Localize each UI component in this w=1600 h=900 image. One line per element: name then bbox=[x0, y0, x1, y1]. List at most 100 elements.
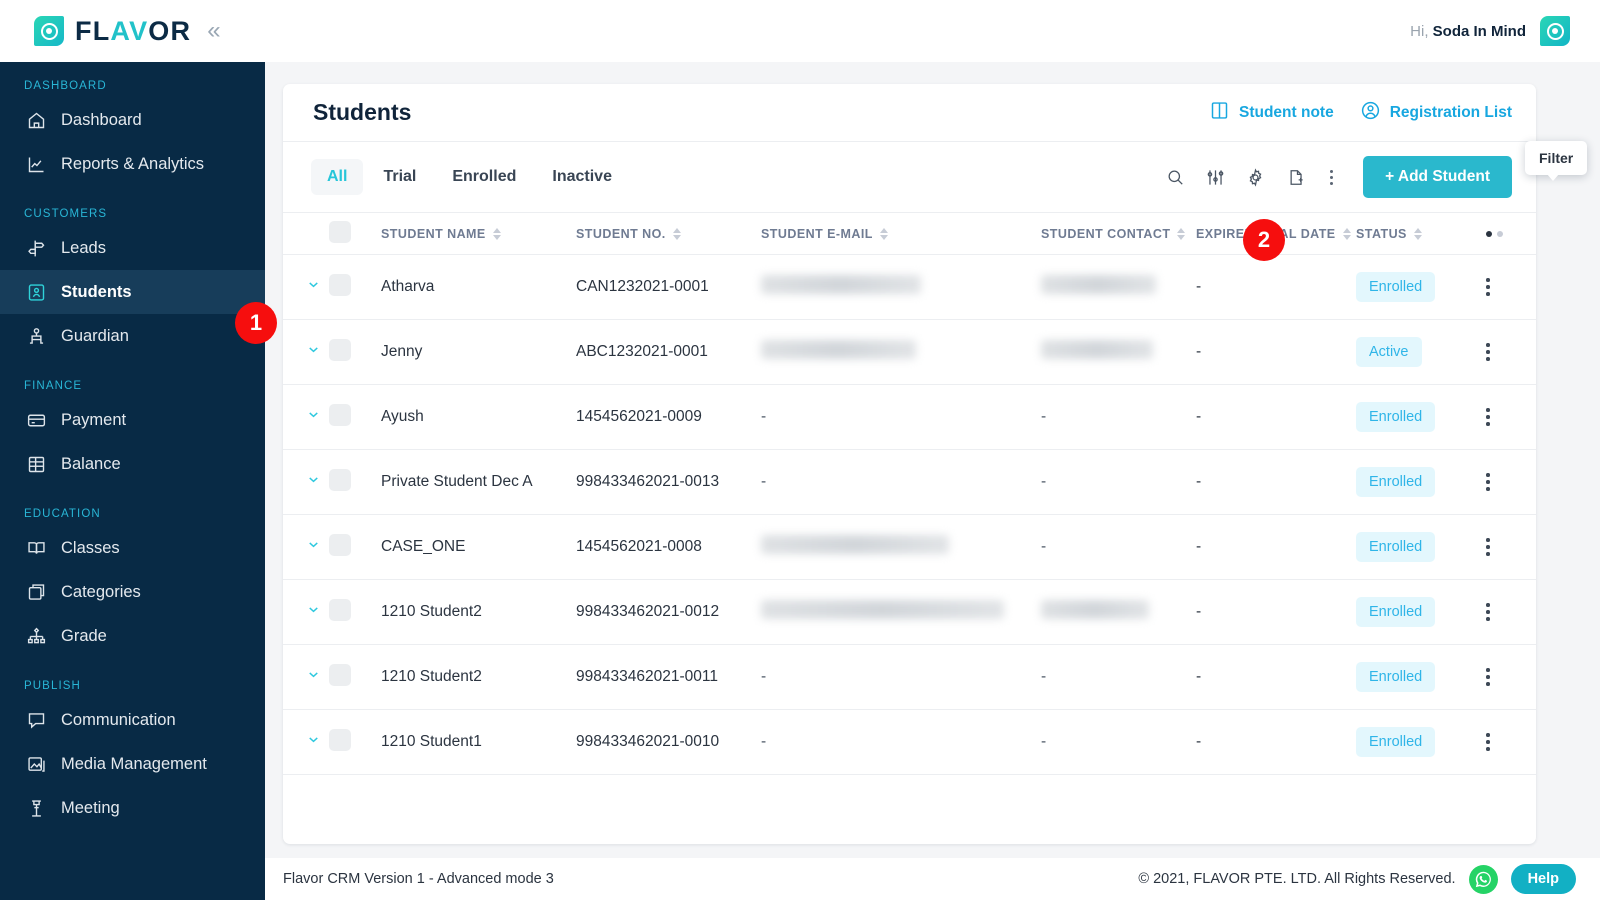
whatsapp-icon[interactable] bbox=[1468, 864, 1498, 894]
sidebar-item-categories[interactable]: Categories bbox=[0, 570, 265, 614]
cell-row-actions[interactable] bbox=[1486, 514, 1536, 580]
select-all-checkbox[interactable] bbox=[329, 221, 351, 243]
row-checkbox[interactable] bbox=[329, 663, 351, 686]
row-expand-toggle[interactable] bbox=[283, 449, 329, 515]
row-kebab-menu-icon[interactable] bbox=[1486, 473, 1536, 491]
row-kebab-menu-icon[interactable] bbox=[1486, 408, 1536, 426]
sort-arrows-icon[interactable] bbox=[1177, 227, 1186, 240]
cell-row-actions[interactable] bbox=[1486, 709, 1536, 775]
table-row[interactable]: Jenny ABC1232021-0001 - Active bbox=[283, 319, 1536, 385]
row-checkbox-cell[interactable] bbox=[329, 514, 381, 580]
row-expand-toggle[interactable] bbox=[283, 319, 329, 385]
table-row[interactable]: CASE_ONE 1454562021-0008- - Enrolled bbox=[283, 514, 1536, 580]
th-student-no-[interactable]: STUDENT NO. bbox=[576, 212, 761, 255]
row-kebab-menu-icon[interactable] bbox=[1486, 733, 1536, 751]
row-kebab-menu-icon[interactable] bbox=[1486, 343, 1536, 361]
row-expand-toggle[interactable] bbox=[283, 254, 329, 320]
chevron-down-icon[interactable] bbox=[306, 670, 321, 685]
row-checkbox-cell[interactable] bbox=[329, 449, 381, 515]
row-expand-toggle[interactable] bbox=[283, 579, 329, 645]
th-status[interactable]: STATUS bbox=[1356, 212, 1486, 255]
tab-inactive[interactable]: Inactive bbox=[536, 159, 628, 195]
cell-row-actions[interactable] bbox=[1486, 579, 1536, 645]
row-checkbox[interactable] bbox=[329, 728, 351, 751]
sidebar-item-students[interactable]: Students bbox=[0, 270, 265, 314]
column-dots-icon[interactable] bbox=[1486, 230, 1536, 237]
row-checkbox-cell[interactable] bbox=[329, 644, 381, 710]
row-checkbox[interactable] bbox=[329, 403, 351, 426]
th-student-contact[interactable]: STUDENT CONTACT bbox=[1041, 212, 1196, 255]
brand-logo[interactable]: FLAVOR « bbox=[0, 16, 265, 47]
row-checkbox[interactable] bbox=[329, 273, 351, 296]
sort-arrows-icon[interactable] bbox=[492, 227, 501, 240]
sidebar-item-guardian[interactable]: Guardian bbox=[0, 314, 265, 358]
table-row[interactable]: Private Student Dec A 998433462021-0013- -… bbox=[283, 449, 1536, 515]
cell-row-actions[interactable] bbox=[1486, 644, 1536, 710]
search-icon[interactable] bbox=[1166, 168, 1185, 187]
kebab-menu-icon[interactable] bbox=[1326, 169, 1337, 185]
sidebar-item-dashboard[interactable]: Dashboard bbox=[0, 98, 265, 142]
cell-row-actions[interactable] bbox=[1486, 254, 1536, 320]
chevron-down-icon[interactable] bbox=[306, 410, 321, 425]
sidebar-item-meeting[interactable]: Meeting bbox=[0, 786, 265, 830]
filter-sliders-icon[interactable] bbox=[1206, 168, 1225, 187]
sidebar-item-classes[interactable]: Classes bbox=[0, 526, 265, 570]
table-row[interactable]: 1210 Student1 998433462021-0010- - - Enrolle… bbox=[283, 709, 1536, 775]
row-expand-toggle[interactable] bbox=[283, 514, 329, 580]
tab-all[interactable]: All bbox=[311, 159, 364, 195]
tab-trial[interactable]: Trial bbox=[367, 159, 432, 195]
sidebar-item-balance[interactable]: Balance bbox=[0, 442, 265, 486]
table-row[interactable]: Ayush 1454562021-0009- - - Enrolled bbox=[283, 384, 1536, 450]
table-row[interactable]: 1210 Student2 998433462021-0012 - Enrolled bbox=[283, 579, 1536, 645]
sort-arrows-icon[interactable] bbox=[1413, 227, 1422, 240]
row-checkbox[interactable] bbox=[329, 338, 351, 361]
chevron-down-icon[interactable] bbox=[306, 540, 321, 555]
table-row[interactable]: Atharva CAN1232021-0001 - Enrolled bbox=[283, 254, 1536, 320]
registration-list-link[interactable]: Registration List bbox=[1360, 100, 1512, 126]
row-expand-toggle[interactable] bbox=[283, 709, 329, 775]
add-student-button[interactable]: + Add Student bbox=[1363, 156, 1512, 198]
row-kebab-menu-icon[interactable] bbox=[1486, 603, 1536, 621]
sidebar-item-payment[interactable]: Payment bbox=[0, 398, 265, 442]
row-checkbox-cell[interactable] bbox=[329, 709, 381, 775]
th-column-options[interactable] bbox=[1486, 212, 1536, 255]
row-kebab-menu-icon[interactable] bbox=[1486, 668, 1536, 686]
row-expand-toggle[interactable] bbox=[283, 384, 329, 450]
document-add-icon[interactable] bbox=[1286, 168, 1305, 187]
student-note-link[interactable]: Student note bbox=[1209, 100, 1334, 126]
sidebar-item-grade[interactable]: Grade bbox=[0, 614, 265, 658]
cell-row-actions[interactable] bbox=[1486, 384, 1536, 450]
chevron-down-icon[interactable] bbox=[306, 280, 321, 295]
sort-arrows-icon[interactable] bbox=[1342, 227, 1351, 240]
chevron-down-icon[interactable] bbox=[306, 475, 321, 490]
avatar[interactable] bbox=[1540, 16, 1570, 46]
gear-icon[interactable] bbox=[1246, 167, 1265, 187]
row-checkbox[interactable] bbox=[329, 598, 351, 621]
sidebar-item-leads[interactable]: Leads bbox=[0, 226, 265, 270]
row-checkbox-cell[interactable] bbox=[329, 579, 381, 645]
th-student-e-mail[interactable]: STUDENT E-MAIL bbox=[761, 212, 1041, 255]
row-checkbox-cell[interactable] bbox=[329, 384, 381, 450]
sidebar-item-communication[interactable]: Communication bbox=[0, 698, 265, 742]
chevron-down-icon[interactable] bbox=[306, 605, 321, 620]
row-expand-toggle[interactable] bbox=[283, 644, 329, 710]
cell-row-actions[interactable] bbox=[1486, 319, 1536, 385]
row-checkbox-cell[interactable] bbox=[329, 319, 381, 385]
chevron-down-icon[interactable] bbox=[306, 735, 321, 750]
row-checkbox[interactable] bbox=[329, 533, 351, 556]
help-button[interactable]: Help bbox=[1510, 864, 1576, 894]
row-checkbox[interactable] bbox=[329, 468, 351, 491]
sidebar-item-reports-analytics[interactable]: Reports & Analytics bbox=[0, 142, 265, 186]
sidebar-item-media-management[interactable]: Media Management bbox=[0, 742, 265, 786]
row-checkbox-cell[interactable] bbox=[329, 254, 381, 320]
chevron-double-left-icon[interactable]: « bbox=[207, 19, 220, 43]
table-row[interactable]: 1210 Student2 998433462021-0011- - - Enrolle… bbox=[283, 644, 1536, 710]
sort-arrows-icon[interactable] bbox=[672, 227, 681, 240]
sort-arrows-icon[interactable] bbox=[879, 227, 888, 240]
tab-enrolled[interactable]: Enrolled bbox=[436, 159, 532, 195]
th-select-all[interactable] bbox=[329, 212, 381, 255]
row-kebab-menu-icon[interactable] bbox=[1486, 278, 1536, 296]
chevron-down-icon[interactable] bbox=[306, 345, 321, 360]
row-kebab-menu-icon[interactable] bbox=[1486, 538, 1536, 556]
th-student-name[interactable]: STUDENT NAME bbox=[381, 212, 576, 255]
